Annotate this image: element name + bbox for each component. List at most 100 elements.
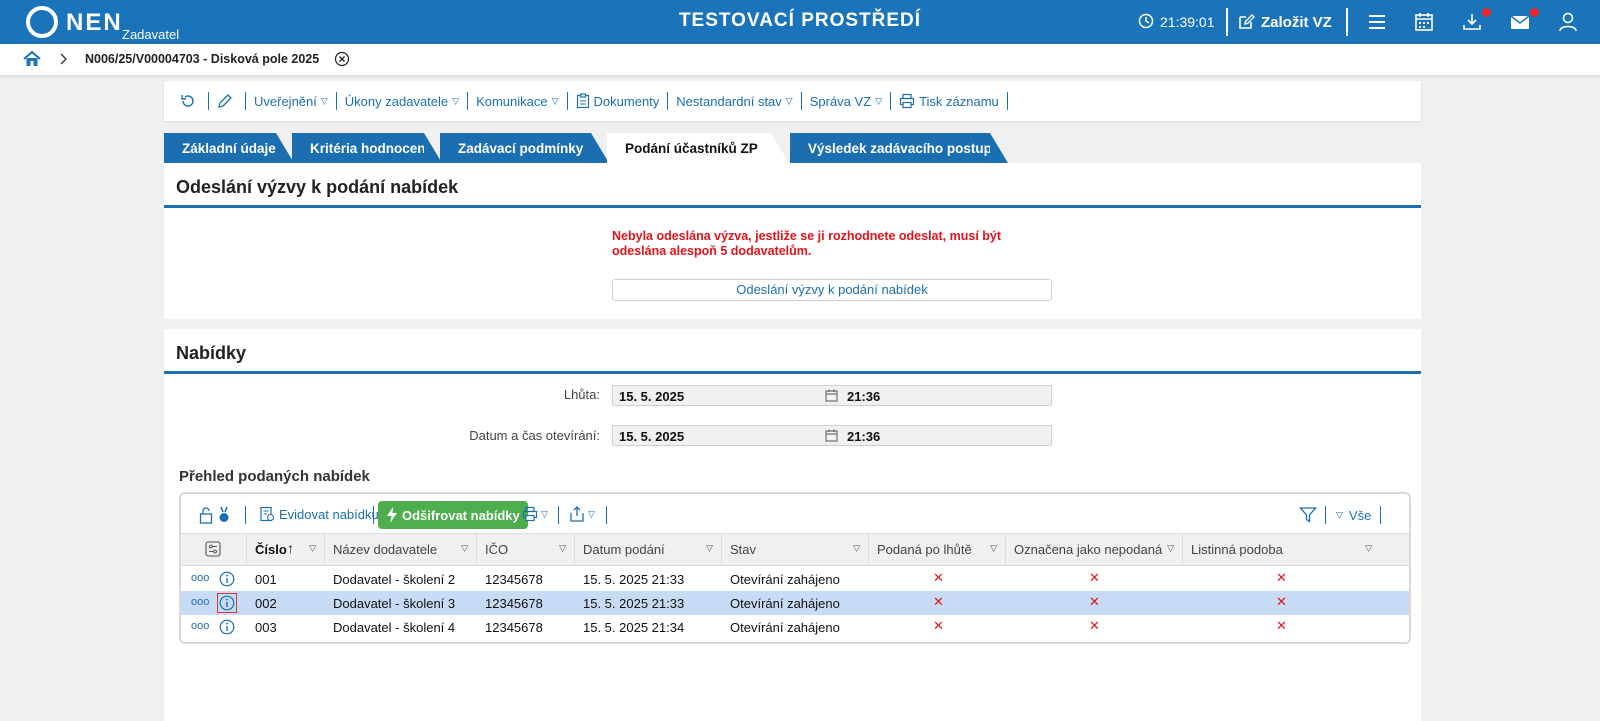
dropdown-triangle-icon[interactable]: ▽ xyxy=(461,543,468,554)
pencil-icon xyxy=(218,94,232,108)
action-toolbar: Uveřejnění ▽ Úkony zadavatele ▽ Komunikace… xyxy=(164,81,1421,121)
create-vz-button[interactable]: Založit VZ xyxy=(1237,9,1332,35)
section-title: Nabídky xyxy=(176,343,247,363)
tab-evaluation-criteria[interactable]: Kritéria hodnocení xyxy=(292,133,442,163)
dropdown-triangle-icon[interactable]: ▽ xyxy=(706,543,713,554)
menu-nonstandard-state-label: Nestandardní stav xyxy=(676,93,782,109)
deadline-field: 15. 5. 2025 21:36 xyxy=(612,385,1052,406)
close-icon[interactable] xyxy=(334,51,350,67)
dropdown-triangle-icon[interactable]: ▽ xyxy=(1365,543,1372,554)
row-actions-icon[interactable]: ooo xyxy=(191,620,209,632)
decrypt-offers-label: Odšifrovat nabídky xyxy=(402,507,520,523)
column-status[interactable]: Stav ▽ xyxy=(722,534,869,565)
column-supplier[interactable]: Název dodavatele ▽ xyxy=(325,534,477,565)
row-actions-icon[interactable]: ooo xyxy=(191,596,209,608)
column-late[interactable]: Podaná po lhůtě ▽ xyxy=(869,534,1006,565)
column-number[interactable]: Číslo ↑ ▽ xyxy=(247,534,325,565)
sort-ascending-icon[interactable]: ↑ xyxy=(287,540,294,556)
section-title: Odeslání výzvy k podání nabídek xyxy=(176,177,459,197)
download-notification-dot xyxy=(1482,8,1491,17)
table-row[interactable]: ooo 003 Dodavatel - školení 4 12345678 1… xyxy=(181,615,1409,639)
download-icon[interactable] xyxy=(1461,11,1483,33)
column-ico[interactable]: IČO ▽ xyxy=(477,534,575,565)
logo-text: NEN xyxy=(66,9,123,36)
info-icon[interactable] xyxy=(217,593,237,613)
tab-tender-conditions[interactable]: Zadávací podmínky xyxy=(440,133,609,163)
deadline-time: 21:36 xyxy=(847,389,881,404)
home-icon[interactable] xyxy=(23,50,41,68)
menu-publishing[interactable]: Uveřejnění ▽ xyxy=(246,92,337,110)
menu-nonstandard-state[interactable]: Nestandardní stav ▽ xyxy=(668,92,802,110)
menu-publishing-label: Uveřejnění xyxy=(254,93,317,109)
export-menu-button[interactable]: ▽ xyxy=(569,506,595,522)
column-marked-label: Označena jako nepodaná xyxy=(1014,542,1163,557)
menu-communication[interactable]: Komunikace ▽ xyxy=(468,92,568,110)
dropdown-triangle-icon[interactable]: ▽ xyxy=(309,543,316,554)
info-icon[interactable] xyxy=(217,569,237,589)
column-submitted[interactable]: Datum podání ▽ xyxy=(575,534,722,565)
dropdown-triangle-icon[interactable]: ▽ xyxy=(1167,543,1174,554)
export-icon xyxy=(570,506,584,522)
medal-icon[interactable] xyxy=(218,506,230,524)
tab-participant-submissions[interactable]: Podání účastníků ZP xyxy=(607,133,789,163)
calendar-icon[interactable] xyxy=(1413,11,1435,33)
info-icon[interactable] xyxy=(217,617,237,637)
printer-icon xyxy=(899,93,915,109)
clock-icon xyxy=(1138,13,1154,29)
send-invitation-button[interactable]: Odeslání výzvy k podání nabídek xyxy=(612,279,1052,301)
dropdown-triangle-icon: ▽ xyxy=(588,508,595,519)
invite-section: Odeslání výzvy k podání nabídek Nebyla o… xyxy=(164,163,1421,319)
cross-icon: ✕ xyxy=(1276,570,1287,585)
breadcrumb-current[interactable]: N006/25/V00004703 - Disková pole 2025 xyxy=(85,52,319,66)
column-settings-icon xyxy=(205,541,221,557)
column-marked-not-submitted[interactable]: Označena jako nepodaná ▽ xyxy=(1006,534,1183,565)
divider xyxy=(1325,506,1326,524)
grid-title: Přehled podaných nabídek xyxy=(179,468,370,485)
cell-submitted: 15. 5. 2025 21:33 xyxy=(583,596,685,611)
deadline-label: Lhůta: xyxy=(563,387,600,402)
decrypt-offers-button[interactable]: Odšifrovat nabídky xyxy=(378,501,528,529)
register-offer-button[interactable]: Evidovat nabídku xyxy=(259,506,379,522)
opening-field: 15. 5. 2025 21:36 xyxy=(612,425,1052,446)
mail-icon[interactable] xyxy=(1509,11,1531,33)
refresh-button[interactable] xyxy=(172,92,209,110)
menu-documents[interactable]: Dokumenty xyxy=(568,92,669,110)
filter-all-label: Vše xyxy=(1348,508,1372,523)
table-row[interactable]: ooo 001 Dodavatel - školení 2 12345678 1… xyxy=(181,567,1409,591)
cell-submitted: 15. 5. 2025 21:34 xyxy=(583,620,685,635)
filter-icon[interactable] xyxy=(1299,506,1317,524)
dropdown-triangle-icon: ▽ xyxy=(875,95,883,106)
dropdown-triangle-icon[interactable]: ▽ xyxy=(853,543,860,554)
menu-vz-management[interactable]: Správa VZ ▽ xyxy=(802,92,892,110)
cell-number: 002 xyxy=(255,596,277,611)
dropdown-triangle-icon: ▽ xyxy=(551,95,559,106)
lock-icon[interactable] xyxy=(199,506,213,524)
print-menu-button[interactable]: ▽ xyxy=(522,506,548,522)
table-row-selected[interactable]: ooo 002 Dodavatel - školení 3 12345678 1… xyxy=(181,591,1409,615)
menu-icon[interactable] xyxy=(1366,11,1388,33)
tab-procedure-result[interactable]: Výsledek zadávacího postupu xyxy=(790,133,1008,163)
lightning-icon xyxy=(387,507,397,523)
dropdown-triangle-icon: ▽ xyxy=(1336,510,1343,520)
cell-ico: 12345678 xyxy=(485,572,543,587)
divider xyxy=(1346,8,1348,36)
tab-basic-info[interactable]: Základní údaje xyxy=(164,133,294,163)
cell-submitted: 15. 5. 2025 21:33 xyxy=(583,572,685,587)
warning-message: Nebyla odeslána výzva, jestliže se ji ro… xyxy=(612,229,1002,258)
column-paper-form[interactable]: Listinná podoba ▽ xyxy=(1183,534,1380,565)
column-settings-cell[interactable] xyxy=(181,534,247,565)
divider xyxy=(1226,8,1228,36)
dropdown-triangle-icon[interactable]: ▽ xyxy=(990,543,997,554)
filter-all-dropdown[interactable]: ▽ Vše xyxy=(1336,508,1371,523)
row-actions-icon[interactable]: ooo xyxy=(191,572,209,584)
cell-number: 003 xyxy=(255,620,277,635)
user-icon[interactable] xyxy=(1557,11,1579,33)
menu-authority-actions-label: Úkony zadavatele xyxy=(344,93,449,109)
edit-button[interactable] xyxy=(209,92,246,110)
breadcrumb: N006/25/V00004703 - Disková pole 2025 xyxy=(0,44,1600,75)
dropdown-triangle-icon[interactable]: ▽ xyxy=(559,543,566,554)
chevron-right-icon xyxy=(60,53,67,65)
cross-icon: ✕ xyxy=(1089,594,1100,609)
menu-authority-actions[interactable]: Úkony zadavatele ▽ xyxy=(337,92,469,110)
menu-print-record[interactable]: Tisk záznamu xyxy=(891,92,1008,110)
